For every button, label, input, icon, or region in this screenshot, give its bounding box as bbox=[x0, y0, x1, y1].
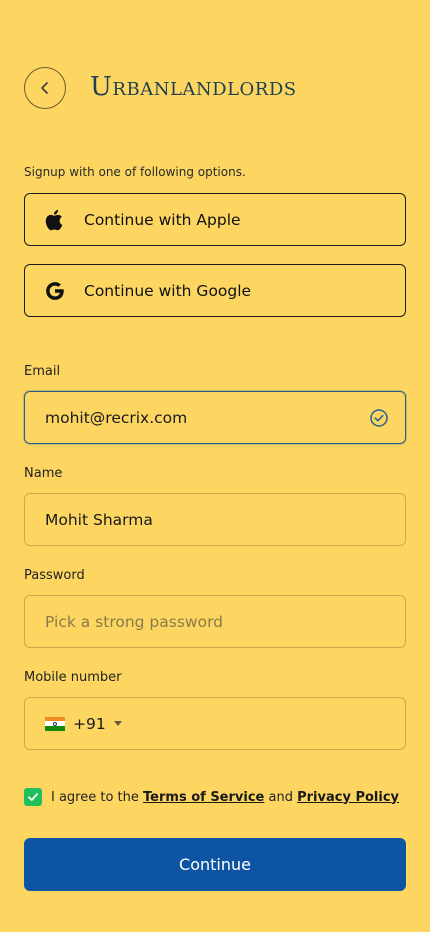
signup-subtitle: Signup with one of following options. bbox=[24, 165, 246, 179]
back-button[interactable] bbox=[24, 67, 66, 109]
continue-with-google-button[interactable]: Continue with Google bbox=[24, 264, 406, 317]
continue-button[interactable]: Continue bbox=[24, 838, 406, 891]
password-field[interactable]: Pick a strong password bbox=[24, 595, 406, 648]
email-value: mohit@recrix.com bbox=[45, 408, 188, 427]
agree-prefix-text: I agree to the bbox=[51, 789, 144, 805]
email-field[interactable]: mohit@recrix.com bbox=[24, 391, 406, 444]
check-circle-icon bbox=[370, 408, 388, 427]
brand-logo-text: Urbanlandlords bbox=[90, 72, 297, 102]
country-code: +91 bbox=[73, 714, 106, 733]
google-icon bbox=[43, 279, 67, 303]
apple-button-label: Continue with Apple bbox=[84, 210, 241, 229]
apple-icon bbox=[43, 208, 67, 232]
continue-with-apple-button[interactable]: Continue with Apple bbox=[24, 193, 406, 246]
name-label: Name bbox=[24, 466, 63, 481]
india-flag-icon bbox=[45, 716, 65, 731]
checkmark-icon bbox=[28, 793, 38, 801]
mobile-number-field[interactable]: +91 bbox=[24, 697, 406, 750]
name-value: Mohit Sharma bbox=[45, 510, 153, 529]
name-field[interactable]: Mohit Sharma bbox=[24, 493, 406, 546]
google-button-label: Continue with Google bbox=[84, 281, 252, 300]
caret-down-icon bbox=[113, 721, 122, 726]
mobile-label: Mobile number bbox=[24, 670, 122, 685]
country-code-selector[interactable]: +91 bbox=[45, 715, 122, 733]
agree-checkbox[interactable] bbox=[24, 788, 42, 806]
password-placeholder: Pick a strong password bbox=[45, 612, 224, 631]
chevron-left-icon bbox=[41, 82, 48, 94]
terms-of-service-link[interactable]: Terms of Service bbox=[143, 790, 264, 805]
terms-agreement: I agree to the Terms of Service and Priv… bbox=[24, 788, 399, 806]
agree-middle-text: and bbox=[264, 789, 298, 805]
email-label: Email bbox=[24, 364, 61, 379]
password-label: Password bbox=[24, 568, 85, 583]
privacy-policy-link[interactable]: Privacy Policy bbox=[297, 790, 399, 805]
signup-screen: Urbanlandlords Signup with one of follow… bbox=[0, 0, 430, 932]
